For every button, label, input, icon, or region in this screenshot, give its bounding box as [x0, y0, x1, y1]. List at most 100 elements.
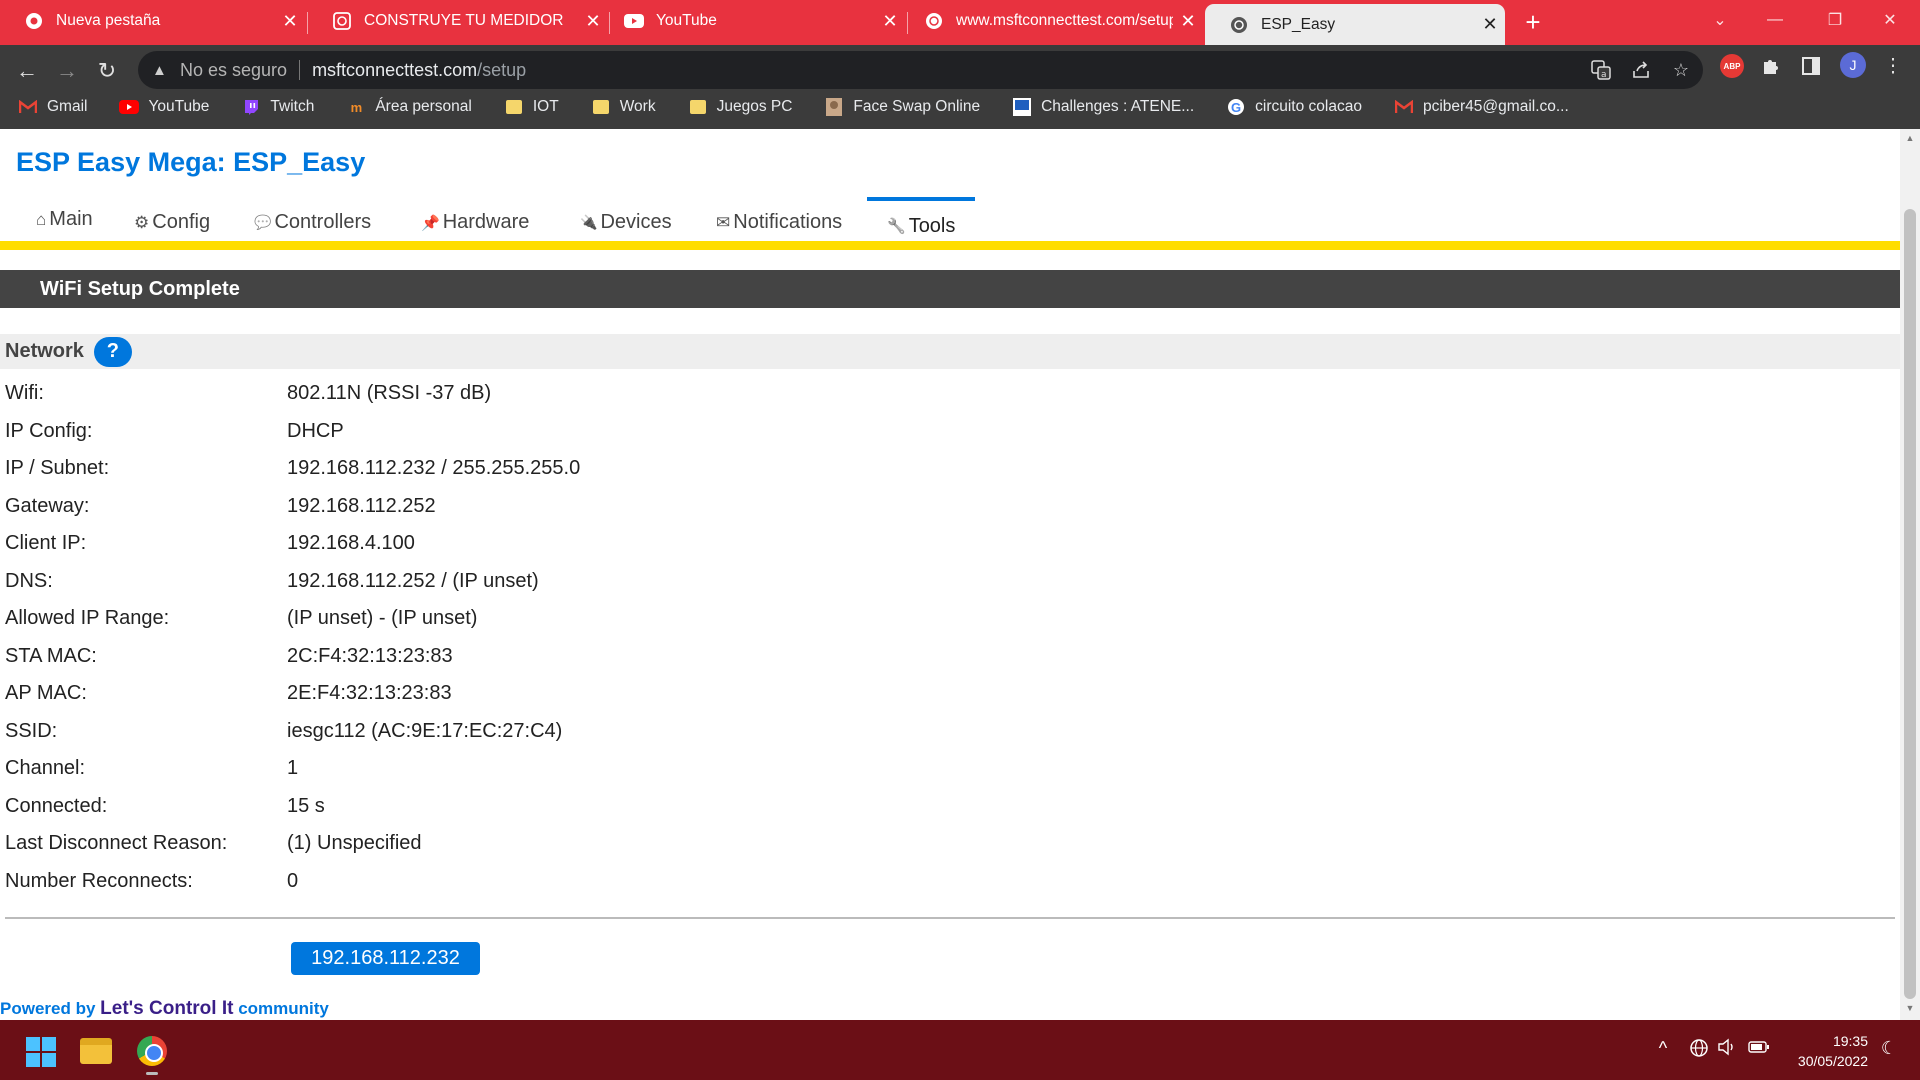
row-label: SSID:	[5, 719, 58, 742]
site-icon	[824, 98, 844, 116]
help-button[interactable]: ?	[93, 336, 132, 367]
site-icon	[1012, 98, 1032, 116]
bookmark-twitch[interactable]: Twitch	[241, 98, 314, 116]
page-scrollbar[interactable]: ▲ ▼	[1900, 129, 1920, 1020]
menu-dots-icon[interactable]: ⋮	[1880, 53, 1906, 79]
tab-esp-easy[interactable]: ESP_Easy ✕	[1205, 4, 1505, 45]
row-value: 192.168.112.252 / (IP unset)	[287, 569, 539, 592]
svg-text:a: a	[1601, 70, 1607, 80]
bookmark-iot[interactable]: IOT	[504, 98, 559, 116]
close-icon[interactable]: ✕	[1475, 14, 1505, 35]
windows-start-icon[interactable]	[26, 1037, 56, 1067]
scroll-up-icon[interactable]: ▲	[1904, 133, 1916, 145]
pushpin-icon: 📌	[421, 214, 440, 232]
close-icon[interactable]: ✕	[275, 11, 305, 32]
bookmark-challenges[interactable]: Challenges : ATENE...	[1012, 98, 1194, 116]
bookmark-star-icon[interactable]: ☆	[1667, 56, 1695, 84]
moon-icon[interactable]: ☾	[1876, 1038, 1902, 1059]
menu-underline-bar	[0, 241, 1900, 250]
google-icon: G	[1226, 98, 1246, 116]
menu-item-tools[interactable]: 🔧 Tools	[867, 197, 976, 241]
side-panel-icon[interactable]	[1798, 53, 1824, 79]
clock-date: 30/05/2022	[1797, 1053, 1868, 1069]
menu-item-controllers[interactable]: 💬 Controllers	[254, 211, 371, 234]
speaker-icon[interactable]	[1714, 1038, 1740, 1061]
menu-item-notifications[interactable]: ✉ Notifications	[716, 211, 842, 234]
chevron-up-icon[interactable]: ^	[1650, 1038, 1676, 1059]
bookmark-youtube[interactable]: YouTube	[119, 98, 209, 116]
row-label: Gateway:	[5, 494, 90, 517]
row-label: IP Config:	[5, 419, 93, 442]
bookmark-label: Área personal	[375, 98, 472, 115]
network-header: Network ?	[0, 334, 1900, 369]
tab-youtube[interactable]: YouTube ✕	[600, 4, 905, 38]
new-tab-icon[interactable]: +	[1518, 7, 1548, 37]
row-value: (IP unset) - (IP unset)	[287, 607, 478, 630]
bookmark-face-swap[interactable]: Face Swap Online	[824, 98, 980, 116]
row-value: 192.168.112.232 / 255.255.255.0	[287, 457, 581, 480]
tab-nueva-pestana[interactable]: Nueva pestaña ✕	[0, 4, 305, 38]
url-text[interactable]: msftconnecttest.com/setup	[312, 60, 526, 81]
battery-icon[interactable]	[1746, 1038, 1772, 1059]
close-icon[interactable]: ✕	[1173, 11, 1203, 32]
gear-icon: ⚙	[134, 212, 150, 232]
network-info-table: Wifi: 802.11N (RSSI -37 dB) IP Config: DHCP…	[0, 375, 1900, 900]
bookmark-work[interactable]: Work	[591, 98, 656, 116]
menu-item-devices[interactable]: 🔌 Devices	[580, 211, 672, 234]
bookmark-juegos-pc[interactable]: Juegos PC	[688, 98, 792, 116]
puzzle-extensions-icon[interactable]	[1758, 53, 1784, 79]
tab-construye[interactable]: CONSTRUYE TU MEDIDOR ✕	[308, 4, 608, 38]
table-row: Allowed IP Range: (IP unset) - (IP unset)	[0, 600, 1900, 638]
footer-brand-link[interactable]: Let's Control It	[100, 998, 233, 1019]
chevron-down-icon[interactable]: ⌄	[1690, 0, 1750, 40]
bookmark-label: pciber45@gmail.co...	[1422, 98, 1569, 115]
share-icon[interactable]	[1627, 56, 1655, 84]
row-label: Connected:	[5, 794, 108, 817]
table-row: IP / Subnet: 192.168.112.232 / 255.255.25…	[0, 450, 1900, 488]
translate-icon[interactable]: a	[1587, 56, 1615, 84]
page-viewport: ESP Easy Mega: ESP_Easy ⌂ Main ⚙ Config 💬 C…	[0, 129, 1900, 1020]
youtube-icon	[624, 11, 644, 31]
forward-arrow-icon[interactable]: →	[49, 53, 85, 89]
bookmark-circuito-colacao[interactable]: G circuito colacao	[1226, 98, 1362, 116]
row-value: 15 s	[287, 794, 325, 817]
reload-icon[interactable]: ↻	[89, 53, 125, 89]
ip-address-button[interactable]: 192.168.112.232	[291, 942, 480, 975]
bookmark-area-personal[interactable]: m Área personal	[346, 98, 472, 116]
bookmark-gmail[interactable]: Gmail	[18, 98, 87, 116]
chrome-taskbar-icon[interactable]	[137, 1036, 167, 1066]
row-value: iesgc112 (AC:9E:17:EC:27:C4)	[287, 719, 563, 742]
plug-icon: 🔌	[580, 214, 598, 230]
row-label: Number Reconnects:	[5, 869, 193, 892]
security-label[interactable]: No es seguro	[180, 60, 287, 81]
menu-item-config[interactable]: ⚙ Config	[134, 211, 210, 234]
system-clock[interactable]: 19:35 30/05/2022	[1778, 1031, 1868, 1071]
scrollbar-thumb[interactable]	[1904, 209, 1916, 999]
row-label: Client IP:	[5, 532, 87, 555]
row-value: 1	[287, 757, 299, 780]
menu-label: Controllers	[274, 211, 372, 233]
scroll-down-icon[interactable]: ▼	[1904, 1003, 1916, 1015]
network-globe-icon[interactable]	[1686, 1038, 1712, 1063]
globe-icon	[924, 11, 944, 31]
file-explorer-icon[interactable]	[80, 1038, 112, 1064]
table-row: Client IP: 192.168.4.100	[0, 525, 1900, 563]
restore-icon[interactable]: ❐	[1805, 0, 1865, 40]
warning-icon[interactable]: ▲	[152, 62, 174, 79]
bookmark-pciber45[interactable]: pciber45@gmail.co...	[1394, 98, 1569, 116]
tab-title: CONSTRUYE TU MEDIDOR	[364, 12, 564, 29]
table-row: Last Disconnect Reason: (1) Unspecified	[0, 825, 1900, 863]
minimize-icon[interactable]: —	[1745, 0, 1805, 40]
adblock-extension-icon[interactable]: ABP	[1720, 54, 1744, 78]
menu-label: Config	[152, 211, 211, 233]
tab-msftconnecttest[interactable]: www.msftconnecttest.com/setup ✕	[900, 4, 1203, 38]
row-value: 0	[287, 869, 299, 892]
tab-title: www.msftconnecttest.com/setup	[956, 12, 1173, 29]
back-arrow-icon[interactable]: ←	[9, 53, 45, 89]
menu-item-hardware[interactable]: 📌 Hardware	[421, 211, 529, 234]
profile-avatar[interactable]: J	[1840, 52, 1866, 78]
menu-item-main[interactable]: ⌂ Main	[36, 208, 93, 231]
svg-text:G: G	[1231, 100, 1241, 115]
address-bar[interactable]: ▲ No es seguro msftconnecttest.com/setup	[138, 51, 1703, 89]
close-window-icon[interactable]: ✕	[1860, 0, 1920, 40]
